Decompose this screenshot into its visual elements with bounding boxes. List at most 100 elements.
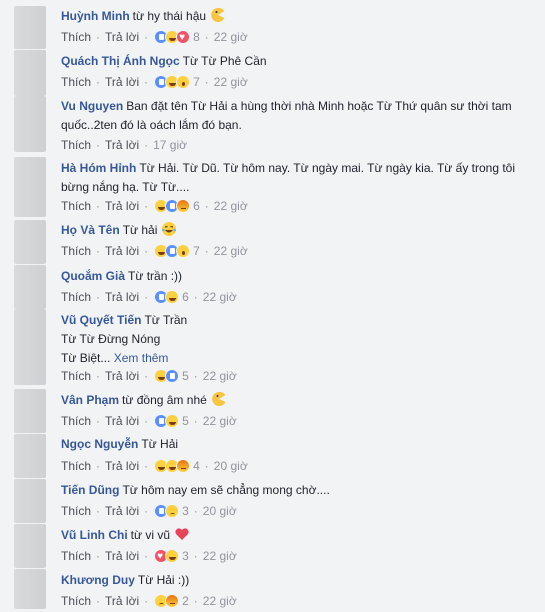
- timestamp[interactable]: 22 giờ: [214, 244, 248, 258]
- commenter-name[interactable]: Hà Hóm Hỉnh: [61, 161, 136, 175]
- avatar[interactable]: [14, 309, 46, 385]
- commenter-name[interactable]: Khương Duy: [61, 573, 135, 587]
- avatar[interactable]: [14, 569, 46, 609]
- reaction-count[interactable]: 7: [193, 75, 200, 89]
- reply-button[interactable]: Trả lời: [105, 244, 139, 258]
- reaction-count[interactable]: 5: [182, 369, 189, 383]
- commenter-name[interactable]: Quách Thị Ánh Ngọc: [61, 54, 180, 68]
- like-button[interactable]: Thích: [61, 199, 91, 213]
- reactions-summary[interactable]: [154, 594, 180, 608]
- timestamp[interactable]: 22 giờ: [214, 75, 248, 89]
- reply-button[interactable]: Trả lời: [105, 594, 139, 608]
- avatar[interactable]: [14, 479, 46, 523]
- haha-icon: [165, 414, 180, 428]
- comment-text: Từ Hải: [141, 437, 179, 451]
- haha-icon: [165, 549, 180, 563]
- commenter-name[interactable]: Ngọc Nguyễn: [61, 437, 138, 451]
- reactions-summary[interactable]: [154, 414, 180, 428]
- commenter-name[interactable]: Vân Phạm: [61, 393, 119, 407]
- like-button[interactable]: Thích: [61, 549, 91, 563]
- reactions-summary[interactable]: [154, 290, 180, 304]
- timestamp[interactable]: 20 giờ: [203, 504, 237, 518]
- comment-text: Từ hôm nay em sẽ chẳng mong chờ....: [122, 483, 330, 497]
- like-button[interactable]: Thích: [61, 369, 91, 383]
- like-button[interactable]: Thích: [61, 30, 91, 44]
- like-button[interactable]: Thích: [61, 504, 91, 518]
- timestamp[interactable]: 22 giờ: [214, 199, 248, 213]
- like-button[interactable]: Thích: [61, 594, 91, 608]
- reactions-summary[interactable]: [154, 199, 191, 213]
- reactions-summary[interactable]: [154, 75, 191, 89]
- timestamp[interactable]: 22 giờ: [203, 549, 237, 563]
- reaction-count[interactable]: 7: [193, 244, 200, 258]
- comment-text: từ đồng âm nhé: [122, 393, 207, 407]
- reaction-count[interactable]: 6: [182, 290, 189, 304]
- like-button[interactable]: Thích: [61, 244, 91, 258]
- wow-icon: [176, 75, 191, 89]
- reaction-count[interactable]: 3: [182, 549, 189, 563]
- reply-button[interactable]: Trả lời: [105, 549, 139, 563]
- timestamp[interactable]: 22 giờ: [203, 369, 237, 383]
- timestamp[interactable]: 22 giờ: [203, 290, 237, 304]
- reaction-count[interactable]: 6: [193, 199, 200, 213]
- reply-button[interactable]: Trả lời: [105, 75, 139, 89]
- reply-button[interactable]: Trả lời: [105, 504, 139, 518]
- wow-icon: [176, 244, 191, 258]
- timestamp[interactable]: 22 giờ: [214, 30, 248, 44]
- avatar[interactable]: [14, 96, 46, 152]
- reaction-count[interactable]: 3: [182, 504, 189, 518]
- reply-button[interactable]: Trả lời: [105, 369, 139, 383]
- avatar[interactable]: [14, 265, 46, 309]
- reply-button[interactable]: Trả lời: [105, 30, 139, 44]
- commenter-name[interactable]: Vũ Quyết Tiến: [61, 313, 141, 327]
- like-button[interactable]: Thích: [61, 459, 91, 473]
- commenter-name[interactable]: Tiến Dũng: [61, 483, 119, 497]
- like-icon: [165, 369, 180, 383]
- commenter-name[interactable]: Quoắm Già: [61, 269, 125, 283]
- commenter-name[interactable]: Vu Nguyen: [61, 99, 123, 113]
- reactions-summary[interactable]: [154, 504, 180, 518]
- like-button[interactable]: Thích: [61, 75, 91, 89]
- reply-button[interactable]: Trả lời: [105, 199, 139, 213]
- commenter-name[interactable]: Huỳnh Minh: [61, 9, 130, 23]
- like-button[interactable]: Thích: [61, 290, 91, 304]
- reply-button[interactable]: Trả lời: [105, 414, 139, 428]
- avatar[interactable]: [14, 6, 46, 49]
- reaction-count[interactable]: 2: [182, 594, 189, 608]
- see-more-link[interactable]: Xem thêm: [114, 351, 169, 365]
- reactions-summary[interactable]: [154, 30, 191, 46]
- timestamp[interactable]: 22 giờ: [203, 594, 237, 608]
- pacman-moon-icon: [211, 391, 226, 406]
- reaction-count[interactable]: 5: [182, 414, 189, 428]
- commenter-name[interactable]: Vũ Linh Chi: [61, 528, 128, 542]
- reactions-summary[interactable]: [154, 369, 180, 383]
- angry-icon: [176, 459, 191, 473]
- avatar[interactable]: [14, 524, 46, 568]
- reply-button[interactable]: Trả lời: [105, 459, 139, 473]
- reaction-count[interactable]: 8: [193, 30, 200, 44]
- avatar[interactable]: [14, 220, 46, 264]
- comment-text: Từ Hải :)): [137, 573, 190, 587]
- like-button[interactable]: Thích: [61, 138, 91, 152]
- commenter-name[interactable]: Họ Và Tên: [61, 223, 120, 237]
- avatar[interactable]: [14, 389, 46, 433]
- reactions-summary[interactable]: [154, 549, 180, 565]
- timestamp[interactable]: 20 giờ: [214, 459, 248, 473]
- angry-icon: [165, 594, 180, 608]
- comment-list: Huỳnh Minhtừ hy thái hậu Thích·Trả lời·8…: [0, 0, 545, 609]
- reactions-summary[interactable]: [154, 244, 191, 258]
- like-button[interactable]: Thích: [61, 414, 91, 428]
- reaction-count[interactable]: 4: [193, 459, 200, 473]
- reply-button[interactable]: Trả lời: [105, 138, 139, 152]
- timestamp[interactable]: 17 giờ: [153, 138, 187, 152]
- reactions-summary[interactable]: [154, 459, 191, 473]
- avatar[interactable]: [14, 157, 46, 217]
- love-icon: [176, 30, 191, 46]
- avatar[interactable]: [14, 50, 46, 96]
- comment-text: Ban đặt tên Từ Hải a hùng thời nhà Minh …: [61, 99, 512, 132]
- reply-button[interactable]: Trả lời: [105, 290, 139, 304]
- timestamp[interactable]: 22 giờ: [203, 414, 237, 428]
- comment-text-line: Từ Biệt...: [61, 351, 111, 365]
- pacman-moon-icon: [211, 7, 225, 22]
- avatar[interactable]: [14, 434, 46, 478]
